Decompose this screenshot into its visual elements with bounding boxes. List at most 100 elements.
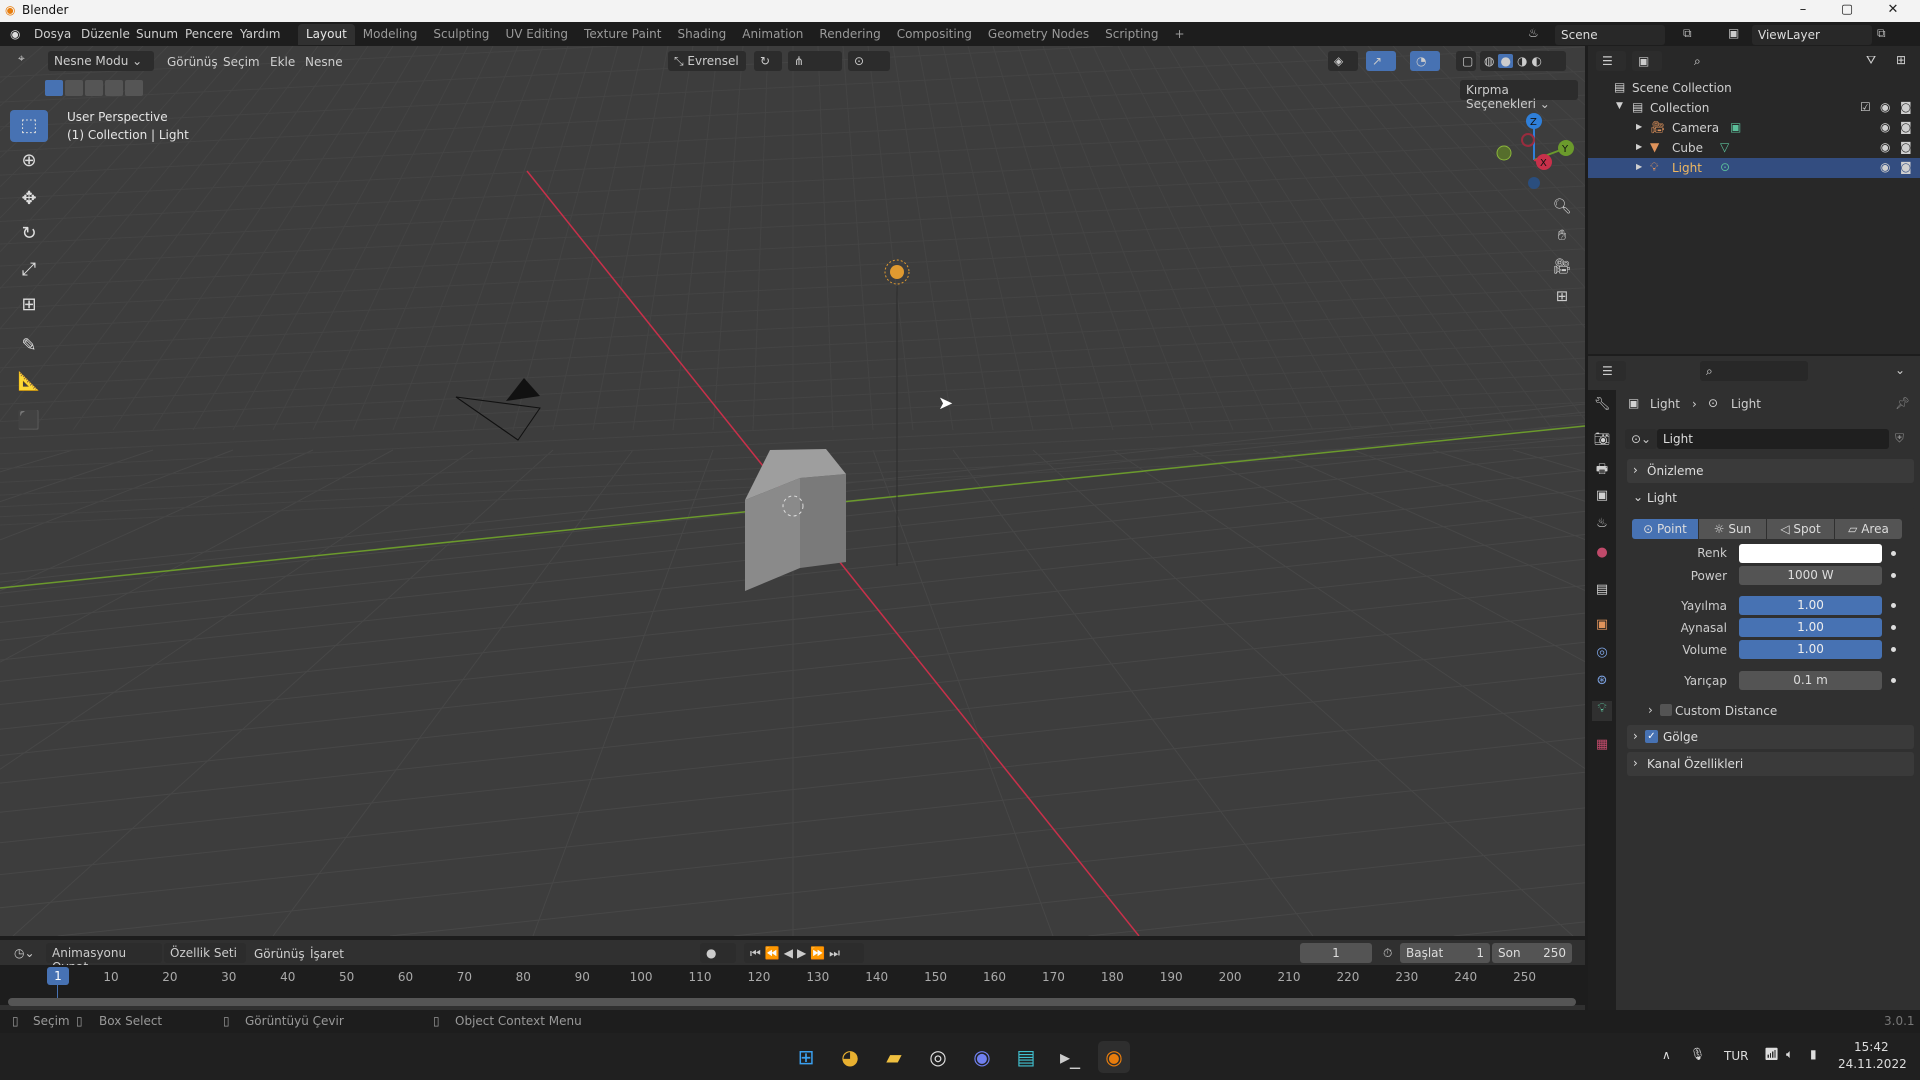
annotate-tool-icon[interactable]: ✎ (10, 330, 48, 362)
datablock-name-input[interactable]: Light (1657, 429, 1889, 449)
scene-tab-icon[interactable]: ♨ (1592, 516, 1612, 536)
outliner-editor-type-icon[interactable]: ☰ (1596, 51, 1626, 71)
breadcrumb-data[interactable]: Light (1731, 397, 1761, 411)
maximize-button[interactable]: ▢ (1827, 2, 1867, 20)
keyframe-dot-icon[interactable] (1891, 647, 1896, 652)
panel-light-header[interactable]: ⌄ Light (1627, 486, 1914, 510)
obs-icon[interactable]: ◎ (922, 1041, 954, 1073)
datablock-type-icon[interactable]: ⊙⌄ (1625, 429, 1657, 449)
expand-arrow-icon[interactable]: ▼ (1616, 101, 1623, 111)
3d-viewport[interactable] (0, 46, 1585, 936)
wireframe-shading-icon[interactable]: ◍ (1484, 54, 1494, 68)
menu-edit[interactable]: Düzenle (81, 27, 130, 41)
gizmo-toggle-icon[interactable]: ↗ (1366, 51, 1396, 71)
new-collection-icon[interactable]: ⊞ (1896, 53, 1906, 67)
mode-selector[interactable]: Nesne Modu ⌄ (48, 51, 154, 71)
outliner-collection[interactable]: ▼ ▤ Collection ☑ ◉ ◙ (1588, 98, 1920, 118)
panel-preview-header[interactable]: › Önizleme (1627, 459, 1914, 483)
pivot-point-icon[interactable]: ↻ (754, 51, 782, 71)
render-tab-icon[interactable]: 📷︎ (1592, 432, 1612, 452)
zoom-view-icon[interactable]: 🔍︎ (1550, 194, 1574, 218)
input-language[interactable]: TUR (1724, 1049, 1748, 1063)
outliner-scene-collection[interactable]: ▤ Scene Collection (1588, 78, 1920, 98)
eye-icon[interactable]: ◉ (1880, 160, 1890, 174)
panel-shadow-header[interactable]: › ✓ Gölge (1627, 725, 1914, 749)
playback-menu[interactable]: Animasyonu Oynat ⌄ (46, 943, 162, 974)
solid-shading-icon[interactable]: ● (1498, 54, 1513, 68)
filter-icon[interactable]: ⛛ (1866, 53, 1876, 68)
editor-type-icon[interactable]: ⌖ (18, 51, 25, 66)
tab-texture-paint[interactable]: Texture Paint (576, 24, 669, 45)
tab-scripting[interactable]: Scripting (1097, 24, 1166, 45)
keyframe-dot-icon[interactable] (1891, 678, 1896, 683)
tray-overflow-icon[interactable]: ∧ (1662, 1048, 1671, 1062)
file-explorer-icon[interactable]: ▰ (878, 1041, 910, 1073)
scene-selector[interactable]: Scene (1555, 25, 1665, 45)
microphone-icon[interactable]: 🎙︎ (1690, 1047, 1705, 1061)
timeline-scrollbar[interactable] (8, 998, 1576, 1006)
proportional-edit-icon[interactable]: ⊙ (848, 51, 890, 71)
eye-icon[interactable]: ◉ (1880, 140, 1890, 154)
tab-rendering[interactable]: Rendering (811, 24, 888, 45)
discord-icon[interactable]: ◉ (966, 1041, 998, 1073)
properties-search-input[interactable]: ⌕ (1700, 361, 1808, 381)
properties-editor-type-icon[interactable]: ☰ (1596, 361, 1626, 381)
volume-field[interactable]: 1.00 (1739, 640, 1882, 659)
light-data-tab-icon[interactable]: 💡︎ (1592, 701, 1612, 721)
panel-channels-header[interactable]: › Kanal Özellikleri (1627, 752, 1914, 776)
navigation-gizmo[interactable]: Z Y X (1490, 108, 1580, 192)
timeline-editor-type-icon[interactable]: ◷⌄ (8, 943, 40, 963)
select-box-tool-icon[interactable]: ⬚ (10, 110, 48, 142)
timeline-menu-view[interactable]: Görünüş (254, 947, 305, 961)
view-layer-selector[interactable]: ViewLayer (1752, 25, 1872, 45)
current-frame-field[interactable]: 1 (1300, 943, 1372, 963)
overlay-toggle-icon[interactable]: ◔ (1410, 51, 1440, 71)
transform-tool-icon[interactable]: ⊞ (10, 289, 48, 321)
expand-arrow-icon[interactable]: ▶ (1636, 162, 1642, 171)
stopwatch-icon[interactable]: ⏱ (1383, 946, 1392, 961)
tab-layout[interactable]: Layout (298, 24, 355, 45)
clipping-options-dropdown[interactable]: Kırpma Seçenekleri ⌄ (1460, 80, 1578, 111)
pan-view-icon[interactable]: ✋︎ (1550, 223, 1574, 247)
end-frame-field[interactable]: Son 250 (1492, 943, 1572, 963)
tab-shading[interactable]: Shading (669, 24, 734, 45)
tab-modeling[interactable]: Modeling (355, 24, 426, 45)
eye-icon[interactable]: ◉ (1880, 120, 1890, 134)
breadcrumb-object[interactable]: Light (1650, 397, 1680, 411)
light-type-spot[interactable]: ◁ Spot (1767, 519, 1834, 539)
eye-icon[interactable]: ◉ (1880, 100, 1890, 114)
visibility-selector-icon[interactable]: ◈ (1328, 51, 1358, 71)
outliner-item-light[interactable]: ▶ 💡︎ Light ⊙ ◉ ◙ (1588, 158, 1920, 178)
shadow-checkbox[interactable]: ✓ (1645, 730, 1658, 743)
auto-keying-icon[interactable]: ● (700, 943, 736, 963)
checkbox-icon[interactable]: ☑ (1860, 100, 1871, 114)
camera-render-icon[interactable]: ◙ (1900, 100, 1912, 114)
transform-orientation-selector[interactable]: ⤡ Evrensel (668, 51, 746, 71)
texture-tab-icon[interactable]: ▦ (1592, 737, 1612, 757)
new-view-layer-icon[interactable]: ⧉ (1877, 26, 1886, 41)
chrome-icon[interactable]: ◕ (834, 1041, 866, 1073)
chevron-right-icon[interactable]: › (1648, 703, 1653, 717)
scene-icon[interactable]: ♨ (1528, 26, 1539, 40)
select-subtract-button[interactable] (85, 80, 103, 96)
camera-data-icon[interactable]: ▣ (1730, 120, 1741, 134)
measure-tool-icon[interactable]: 📐 (10, 366, 48, 398)
minimize-button[interactable]: – (1783, 2, 1823, 20)
output-tab-icon[interactable]: 🖶 (1592, 460, 1612, 480)
expand-arrow-icon[interactable]: ▶ (1636, 122, 1642, 131)
xray-toggle-icon[interactable]: ▢ (1456, 51, 1476, 71)
fake-user-shield-icon[interactable]: ⛨ (1895, 431, 1904, 446)
add-cube-tool-icon[interactable]: ⬛ (10, 405, 48, 437)
keyframe-dot-icon[interactable] (1891, 625, 1896, 630)
camera-render-icon[interactable]: ◙ (1900, 120, 1912, 134)
rendered-shading-icon[interactable]: ◐ (1531, 54, 1541, 68)
camera-render-icon[interactable]: ◙ (1900, 160, 1912, 174)
outliner-search-input[interactable]: ⌕ (1688, 51, 1798, 71)
menu-window[interactable]: Pencere (185, 27, 233, 41)
cursor-tool-icon[interactable]: ⊕ (10, 145, 48, 177)
add-workspace-button[interactable]: + (1167, 24, 1193, 45)
tab-geometry-nodes[interactable]: Geometry Nodes (980, 24, 1097, 45)
notepad-icon[interactable]: ▤ (1010, 1041, 1042, 1073)
light-type-area[interactable]: ▱ Area (1835, 519, 1902, 539)
tool-tab-icon[interactable]: 🔧︎ (1592, 397, 1612, 417)
